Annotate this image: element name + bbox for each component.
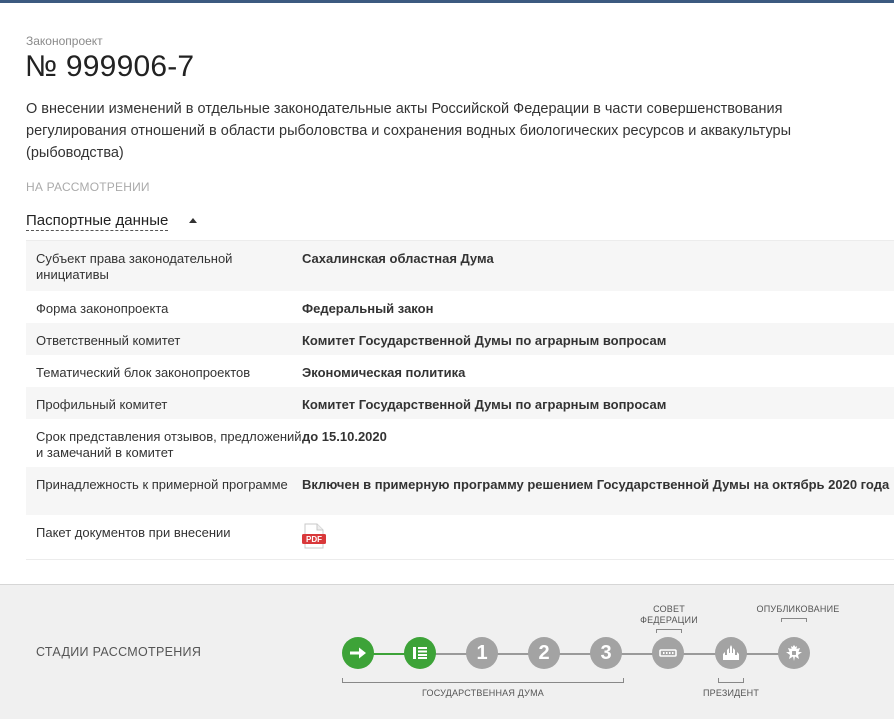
bill-kicker: Законопроект: [26, 34, 103, 48]
bill-description: О внесении изменений в отдельные законод…: [26, 101, 792, 161]
kremlin-icon: [723, 645, 739, 660]
stage-reading-2[interactable]: 2: [528, 637, 560, 669]
president-bracket-tick: [718, 678, 719, 682]
passport-value: Федеральный закон: [302, 301, 434, 316]
stage-introduced[interactable]: [342, 637, 374, 669]
passport-label: Принадлежность к примерной программе: [36, 477, 288, 492]
president-bracket: [718, 682, 744, 683]
duma-bracket-tick: [342, 678, 343, 682]
published-bracket: [781, 618, 807, 619]
passport-row: Тематический блок законопроектов Экономи…: [26, 355, 894, 387]
council-bracket-tick: [656, 629, 657, 633]
council-label-line2: ФЕДЕРАЦИИ: [640, 615, 698, 625]
arrow-right-icon: [350, 647, 366, 659]
duma-bracket-tick: [623, 678, 624, 682]
published-label: ОПУБЛИКОВАНИЕ: [756, 604, 840, 614]
council-label-line1: СОВЕТ: [653, 604, 685, 614]
passport-row: Форма законопроекта Федеральный закон: [26, 291, 894, 323]
passport-label: Форма законопроекта: [36, 301, 169, 316]
stage-published[interactable]: [778, 637, 810, 669]
passport-row: Субъект права законодательной инициативы…: [26, 241, 894, 291]
duma-label: ГОСУДАРСТВЕННАЯ ДУМА: [421, 688, 544, 698]
duma-bracket: [342, 682, 624, 683]
passport-value: Комитет Государственной Думы по аграрным…: [302, 397, 667, 412]
stage-reading-3[interactable]: 3: [590, 637, 622, 669]
passport-row: Принадлежность к примерной программе Вкл…: [26, 467, 894, 515]
passport-label: Ответственный комитет: [36, 333, 181, 348]
passport-value: Сахалинская областная Дума: [302, 251, 494, 266]
published-bracket-tick: [781, 618, 782, 622]
council-bracket-tick: [681, 629, 682, 633]
federation-council-icon: [659, 649, 677, 657]
stage-president[interactable]: [715, 637, 747, 669]
eagle-emblem-icon: [786, 645, 802, 661]
passport-label: Профильный комитет: [36, 397, 168, 412]
passport-table: Субъект права законодательной инициативы…: [26, 240, 894, 560]
passport-value: до 15.10.2020: [302, 429, 387, 444]
pdf-icon[interactable]: PDF: [302, 523, 326, 549]
passport-label: Пакет документов при внесении: [36, 525, 231, 540]
passport-value: Экономическая политика: [302, 365, 466, 380]
passport-toggle[interactable]: Паспортные данные: [26, 212, 169, 231]
passport-value: PDF: [302, 515, 894, 559]
stage-preliminary[interactable]: [404, 637, 436, 669]
passport-label: Субъект права законодательной инициативы: [36, 251, 233, 282]
passport-label: Срок представления отзывов, предложений …: [36, 429, 302, 460]
president-label: ПРЕЗИДЕНТ: [702, 688, 760, 698]
document-list-icon: [413, 647, 427, 659]
passport-row: Ответственный комитет Комитет Государств…: [26, 323, 894, 355]
stage-federation-council[interactable]: [652, 637, 684, 669]
pdf-icon-label: PDF: [306, 535, 322, 544]
caret-up-icon[interactable]: [189, 218, 197, 223]
top-accent-bar: [0, 0, 894, 3]
published-bracket-tick: [806, 618, 807, 622]
council-bracket: [656, 629, 682, 630]
passport-row: Профильный комитет Комитет Государственн…: [26, 387, 894, 419]
stages-title: СТАДИИ РАССМОТРЕНИЯ: [36, 645, 202, 659]
president-bracket-tick: [743, 678, 744, 682]
bill-number: № 999906-7: [25, 50, 195, 83]
stage-reading-1[interactable]: 1: [466, 637, 498, 669]
passport-value: Комитет Государственной Думы по аграрным…: [302, 333, 667, 348]
passport-label: Тематический блок законопроектов: [36, 365, 251, 380]
bill-status: НА РАССМОТРЕНИИ: [26, 180, 150, 194]
passport-value: Включен в примерную программу решением Г…: [302, 477, 890, 492]
passport-row: Срок представления отзывов, предложений …: [26, 419, 894, 467]
passport-row: Пакет документов при внесении PDF: [26, 515, 894, 559]
